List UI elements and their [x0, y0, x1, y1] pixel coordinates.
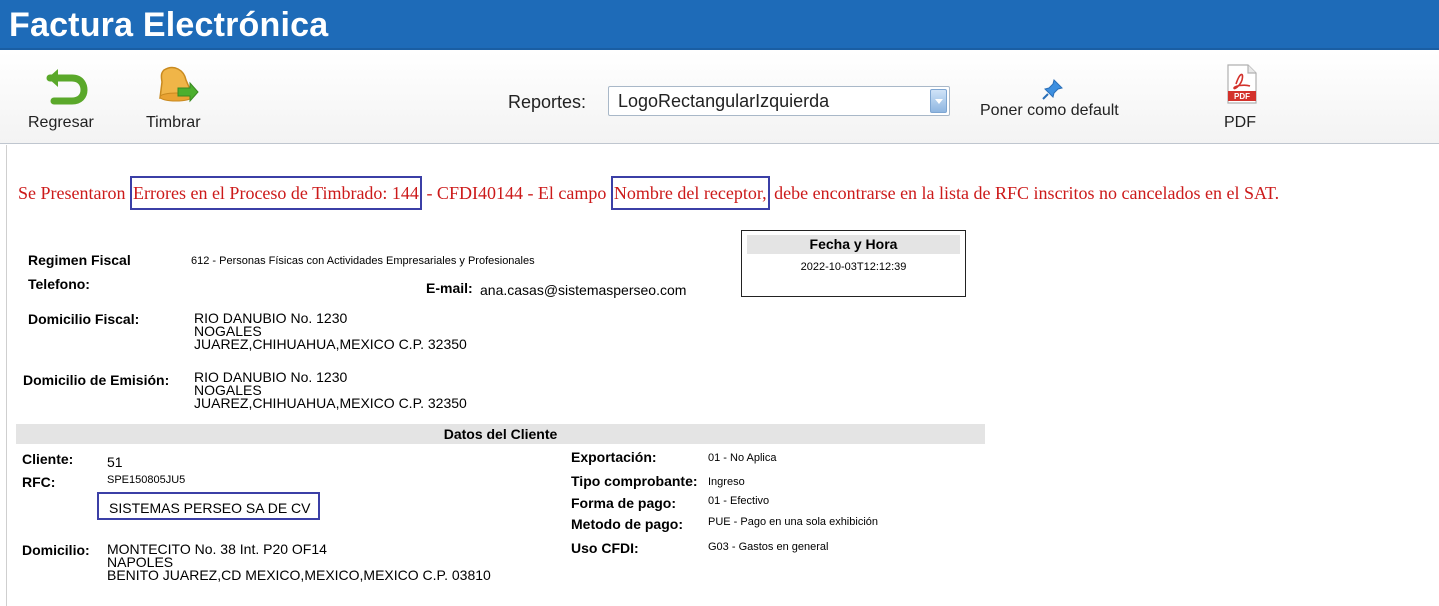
email-label: E-mail: [426, 280, 473, 296]
tipo-comprobante-value: Ingreso [708, 476, 745, 488]
domicilio-emision-line-3: JUAREZ,CHIHUAHUA,MEXICO C.P. 32350 [194, 395, 467, 411]
error-highlight-1: Errores en el Proceso de Timbrado: 144 [129, 176, 422, 210]
error-highlight-2: Nombre del receptor, [610, 176, 770, 210]
bell-icon [159, 66, 199, 103]
regimen-fiscal-label: Regimen Fiscal [28, 252, 131, 268]
content-left-border [6, 145, 7, 606]
pdf-file-icon: PDF [1227, 64, 1257, 104]
back-arrow-icon [46, 69, 88, 105]
forma-pago-value: 01 - Efectivo [708, 495, 770, 507]
domicilio-cliente-label: Domicilio: [22, 542, 90, 558]
pdf-button[interactable]: PDF PDF [1222, 64, 1266, 134]
cliente-label: Cliente: [22, 451, 74, 467]
pdf-icon-text: PDF [1234, 92, 1250, 101]
fecha-hora-box: Fecha y Hora 2022-10-03T12:12:39 [741, 230, 966, 297]
chevron-down-icon[interactable] [930, 89, 947, 113]
rfc-label: RFC: [22, 474, 56, 490]
tipo-comprobante-label: Tipo comprobante: [571, 473, 698, 489]
exportacion-label: Exportación: [571, 449, 657, 465]
fecha-hora-value: 2022-10-03T12:12:39 [800, 261, 907, 273]
pdf-label: PDF [1224, 114, 1256, 131]
uso-cfdi-label: Uso CFDI: [571, 540, 639, 556]
domicilio-emision-label: Domicilio de Emisión: [23, 372, 170, 388]
exportacion-value: 01 - No Aplica [708, 452, 777, 464]
reportes-label: Reportes: [508, 92, 587, 112]
pin-icon [1042, 79, 1063, 100]
error-text-3: debe encontrarse en la lista de RFC insc… [769, 183, 1280, 203]
toolbar: Regresar Timbrar Reportes: LogoRectangul… [0, 52, 1439, 144]
domicilio-cliente-line-3: BENITO JUAREZ,CD MEXICO,MEXICO,MEXICO C.… [107, 567, 491, 583]
set-default-button[interactable]: Poner como default [980, 78, 1140, 128]
reportes-selected-value: LogoRectangularIzquierda [618, 91, 830, 111]
metodo-pago-label: Metodo de pago: [571, 516, 683, 532]
datos-cliente-header: Datos del Cliente [16, 424, 985, 444]
domicilio-fiscal-label: Domicilio Fiscal: [28, 311, 140, 327]
metodo-pago-value: PUE - Pago en una sola exhibición [708, 516, 878, 528]
regresar-button[interactable]: Regresar [22, 66, 112, 136]
app-header: Factura Electrónica [0, 0, 1439, 50]
uso-cfdi-value: G03 - Gastos en general [708, 541, 829, 553]
error-message: Se Presentaron Errores en el Proceso de … [18, 176, 1280, 210]
fecha-hora-header: Fecha y Hora [747, 235, 960, 254]
regimen-fiscal-value: 612 - Personas Físicas con Actividades E… [191, 255, 535, 267]
forma-pago-label: Forma de pago: [571, 495, 677, 511]
razon-social-value: SISTEMAS PERSEO SA DE CV [97, 492, 320, 520]
domicilio-fiscal-line-3: JUAREZ,CHIHUAHUA,MEXICO C.P. 32350 [194, 336, 467, 352]
error-text-2: - CFDI40144 - El campo [421, 183, 611, 203]
page-title: Factura Electrónica [9, 6, 329, 44]
telefono-label: Telefono: [28, 276, 90, 292]
email-value: ana.casas@sistemasperseo.com [480, 282, 687, 298]
timbrar-button[interactable]: Timbrar [140, 64, 220, 134]
error-text-1: Se Presentaron [18, 183, 130, 203]
regresar-label: Regresar [28, 114, 94, 131]
rfc-value: SPE150805JU5 [107, 474, 186, 486]
set-default-label: Poner como default [980, 102, 1119, 119]
reportes-select[interactable]: LogoRectangularIzquierda [608, 86, 950, 116]
timbrar-label: Timbrar [146, 114, 201, 131]
cliente-value: 51 [107, 454, 123, 470]
